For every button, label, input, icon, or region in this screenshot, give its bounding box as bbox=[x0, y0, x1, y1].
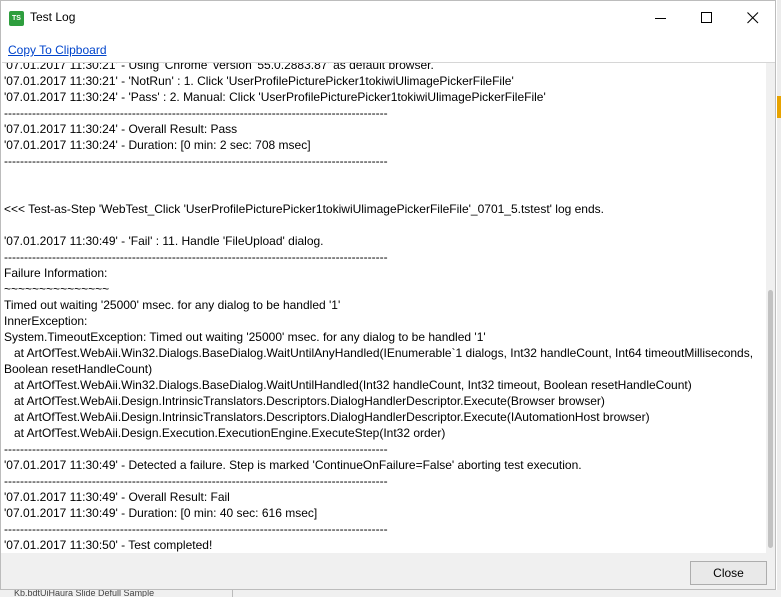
background-app-separator bbox=[232, 590, 233, 597]
log-line: Boolean resetHandleCount) bbox=[4, 362, 153, 376]
log-line: '07.01.2017 11:30:21' - Using 'Chrome' v… bbox=[4, 62, 434, 72]
log-line: '07.01.2017 11:30:24' - Duration: [0 min… bbox=[4, 138, 311, 152]
close-button[interactable]: Close bbox=[690, 561, 767, 585]
log-line: ----------------------------------------… bbox=[4, 250, 388, 264]
log-line: at ArtOfTest.WebAii.Design.IntrinsicTran… bbox=[4, 394, 605, 408]
log-line: InnerException: bbox=[4, 314, 88, 328]
log-line: at ArtOfTest.WebAii.Win32.Dialogs.BaseDi… bbox=[4, 378, 692, 392]
background-app-marker bbox=[777, 96, 781, 118]
log-line: '07.01.2017 11:30:24' - Overall Result: … bbox=[4, 122, 238, 136]
log-line: <<< Test-as-Step 'WebTest_Click 'UserPro… bbox=[4, 202, 604, 216]
background-app-text: Kb.bdtUiHaura Slide Defull Sample bbox=[14, 590, 155, 597]
title-bar[interactable]: TS Test Log bbox=[1, 1, 775, 35]
minimize-button[interactable] bbox=[638, 1, 684, 35]
scrollbar-thumb[interactable] bbox=[768, 290, 773, 548]
log-line: at ArtOfTest.WebAii.Win32.Dialogs.BaseDi… bbox=[4, 346, 754, 360]
log-line: ----------------------------------------… bbox=[4, 474, 388, 488]
log-line: '07.01.2017 11:30:49' - 'Fail' : 11. Han… bbox=[4, 234, 324, 248]
log-text-area[interactable]: '07.01.2017 11:30:21' - Using 'Chrome' v… bbox=[2, 62, 775, 554]
minimize-icon bbox=[655, 18, 666, 19]
log-line: '07.01.2017 11:30:49' - Duration: [0 min… bbox=[4, 506, 318, 520]
background-app-edge bbox=[777, 0, 781, 597]
close-window-button[interactable] bbox=[730, 1, 776, 35]
log-line: at ArtOfTest.WebAii.Design.Execution.Exe… bbox=[4, 426, 446, 440]
log-line: Failure Information: bbox=[4, 266, 108, 280]
log-line: '07.01.2017 11:30:49' - Overall Result: … bbox=[4, 490, 230, 504]
maximize-button[interactable] bbox=[684, 1, 730, 35]
log-lines: '07.01.2017 11:30:21' - Using 'Chrome' v… bbox=[4, 62, 764, 553]
window-title: Test Log bbox=[30, 10, 76, 24]
log-line: at ArtOfTest.WebAii.Design.IntrinsicTran… bbox=[4, 410, 650, 424]
log-line: ----------------------------------------… bbox=[4, 154, 388, 168]
test-log-window: TS Test Log Copy To Clipboard '07.01.201… bbox=[0, 0, 776, 590]
footer-bar: Close bbox=[1, 553, 775, 589]
test-studio-app-icon: TS bbox=[9, 11, 24, 26]
close-icon bbox=[747, 12, 759, 24]
log-line: ~~~~~~~~~~~~~~~ bbox=[4, 282, 110, 296]
log-line: System.TimeoutException: Timed out waiti… bbox=[4, 330, 486, 344]
vertical-scrollbar[interactable] bbox=[766, 63, 775, 553]
log-line: '07.01.2017 11:30:21' - 'NotRun' : 1. Cl… bbox=[4, 74, 514, 88]
log-line: '07.01.2017 11:30:24' - 'Pass' : 2. Manu… bbox=[4, 90, 546, 104]
log-line: ----------------------------------------… bbox=[4, 106, 388, 120]
log-line: ----------------------------------------… bbox=[4, 522, 388, 536]
log-line: '07.01.2017 11:30:49' - Detected a failu… bbox=[4, 458, 582, 472]
maximize-icon bbox=[701, 12, 712, 23]
toolbar: Copy To Clipboard bbox=[1, 35, 775, 62]
copy-to-clipboard-link[interactable]: Copy To Clipboard bbox=[8, 43, 107, 57]
log-line: ----------------------------------------… bbox=[4, 442, 388, 456]
log-line: Timed out waiting '25000' msec. for any … bbox=[4, 298, 341, 312]
log-line: '07.01.2017 11:30:50' - Test completed! bbox=[4, 538, 213, 552]
